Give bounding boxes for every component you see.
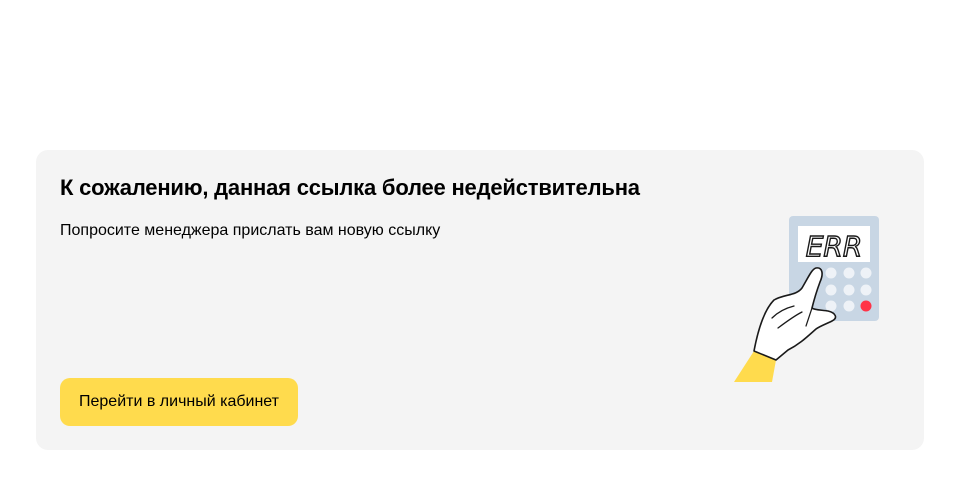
- calculator-error-icon: ERR: [734, 216, 879, 382]
- error-key: [860, 300, 872, 312]
- display-text: ERR: [806, 230, 863, 263]
- go-to-account-button[interactable]: Перейти в личный кабинет: [60, 378, 298, 426]
- error-message: Попросите менеджера прислать вам новую с…: [60, 222, 441, 239]
- error-card: К сожалению, данная ссылка более недейст…: [36, 150, 924, 450]
- error-title: К сожалению, данная ссылка более недейст…: [60, 175, 640, 200]
